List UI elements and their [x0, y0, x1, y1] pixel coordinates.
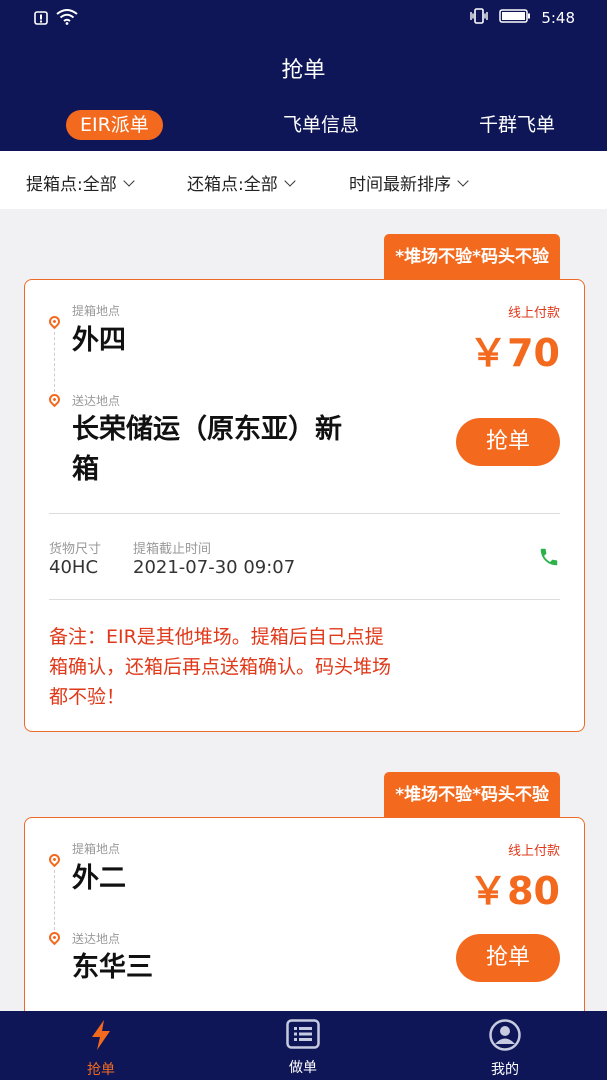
- location-pin-icon: [46, 391, 63, 408]
- pickup-filter[interactable]: 提箱点:全部: [26, 170, 135, 195]
- order-price: ￥80: [469, 869, 560, 913]
- route-line: [54, 332, 55, 392]
- tab-group-flying-orders[interactable]: 千群飞单: [479, 110, 555, 140]
- pickup-place: 外四: [72, 325, 126, 356]
- status-bar: 5:48: [0, 0, 607, 36]
- notification-icon: [34, 10, 48, 29]
- nav-profile[interactable]: 我的: [455, 1019, 555, 1079]
- tab-bar: EIR派单 飞单信息 千群飞单: [0, 110, 607, 140]
- delivery-place: 东华三: [72, 952, 153, 983]
- return-filter-label: 还箱点:全部: [187, 175, 278, 195]
- status-time: 5:48: [541, 9, 575, 27]
- payment-label: 线上付款: [507, 306, 560, 321]
- tab-flying-orders[interactable]: 飞单信息: [283, 110, 359, 140]
- nav-profile-label: 我的: [491, 1062, 519, 1078]
- page-title: 抢单: [281, 58, 326, 83]
- cargo-size: 40HC: [49, 557, 99, 578]
- route-line: [54, 870, 55, 930]
- delivery-label: 送达地点: [72, 932, 121, 946]
- chevron-down-icon: [457, 174, 469, 187]
- delivery-place-line1: 长荣储运（原东亚）新: [72, 414, 342, 445]
- order-card-body: 提箱地点 外四 线上付款 ￥70 送达地点 长荣储运（原东亚）新 箱 抢单 货物…: [24, 279, 585, 732]
- location-pin-icon: [46, 851, 63, 868]
- nav-grab-orders[interactable]: 抢单: [51, 1019, 151, 1079]
- location-pin-icon: [46, 313, 63, 330]
- order-card[interactable]: *堆场不验*码头不验 提箱地点 外二 线上付款 ￥80 送达地点 东华三 抢单: [24, 772, 585, 1047]
- inspection-tag: *堆场不验*码头不验: [384, 772, 560, 818]
- divider: [49, 599, 560, 600]
- nav-grab-orders-label: 抢单: [87, 1062, 115, 1078]
- grab-order-button[interactable]: 抢单: [456, 934, 560, 982]
- user-icon: [488, 1019, 522, 1055]
- inspection-tag: *堆场不验*码头不验: [384, 234, 560, 280]
- cargo-size-label: 货物尺寸: [49, 542, 102, 557]
- order-note-line1: 备注：EIR是其他堆场。提箱后自己点提: [49, 626, 384, 648]
- deadline-label: 提箱截止时间: [133, 542, 212, 557]
- chevron-down-icon: [284, 174, 296, 187]
- order-price: ￥70: [469, 331, 560, 375]
- filter-bar: 提箱点:全部 还箱点:全部 时间最新排序: [0, 151, 607, 209]
- nav-do-orders[interactable]: 做单: [253, 1019, 353, 1077]
- pickup-filter-label: 提箱点:全部: [26, 175, 117, 195]
- battery-icon: [499, 9, 531, 27]
- divider: [49, 513, 560, 514]
- order-note: 备注：EIR是其他堆场。提箱后自己点提 箱确认，还箱后再点送箱确认。码头堆场 都…: [49, 622, 519, 712]
- lightning-icon: [88, 1020, 114, 1055]
- location-pin-icon: [46, 929, 63, 946]
- tab-eir-dispatch[interactable]: EIR派单: [66, 110, 163, 140]
- top-bar: 5:48 抢单 EIR派单 飞单信息 千群飞单: [0, 0, 607, 151]
- pickup-deadline: 2021-07-30 09:07: [133, 557, 296, 578]
- nav-do-orders-label: 做单: [289, 1060, 317, 1076]
- delivery-place: 长荣储运（原东亚）新 箱: [72, 410, 342, 490]
- pickup-label: 提箱地点: [72, 842, 121, 856]
- grab-order-button[interactable]: 抢单: [456, 418, 560, 466]
- list-icon: [286, 1019, 320, 1053]
- vibrate-icon: [469, 8, 489, 28]
- delivery-label: 送达地点: [72, 394, 121, 408]
- pickup-label: 提箱地点: [72, 304, 121, 318]
- order-card[interactable]: *堆场不验*码头不验 提箱地点 外四 线上付款 ￥70 送达地点 长荣储运（原东…: [24, 234, 585, 734]
- order-note-line3: 都不验！: [49, 686, 126, 708]
- phone-icon[interactable]: [538, 546, 560, 572]
- pickup-place: 外二: [72, 863, 126, 894]
- return-filter[interactable]: 还箱点:全部: [187, 170, 296, 195]
- bottom-nav: 抢单 做单 我的: [0, 1011, 607, 1080]
- payment-label: 线上付款: [507, 844, 560, 859]
- chevron-down-icon: [123, 174, 135, 187]
- wifi-icon: [56, 9, 78, 29]
- delivery-place-line2: 箱: [72, 454, 99, 485]
- sort-filter-label: 时间最新排序: [349, 175, 451, 195]
- order-note-line2: 箱确认，还箱后再点送箱确认。码头堆场: [49, 656, 392, 678]
- sort-filter[interactable]: 时间最新排序: [349, 170, 469, 195]
